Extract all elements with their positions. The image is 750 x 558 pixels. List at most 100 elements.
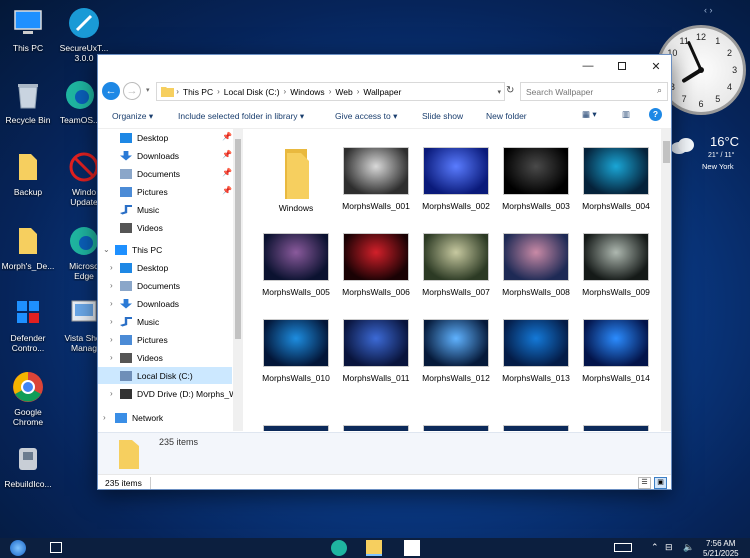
nav-quick-videos[interactable]: Videos xyxy=(120,219,163,236)
give-access-button[interactable]: Give access to ▾ xyxy=(335,111,397,122)
image-file-item[interactable]: MorphsWalls_010 xyxy=(258,319,334,383)
image-file-item[interactable]: MorphsWalls_011 xyxy=(338,319,414,383)
nav-pc-local-disk[interactable]: Local Disk (C:) xyxy=(98,367,232,384)
image-file-item[interactable]: MorphsWalls_006 xyxy=(338,233,414,297)
taskbar-edge-icon[interactable] xyxy=(331,540,347,556)
volume-icon[interactable]: 🔈 xyxy=(683,542,694,553)
desktop-icon-rebuild[interactable]: RebuildIco... xyxy=(0,442,60,489)
desktop-icon-this-pc[interactable]: This PC xyxy=(0,6,60,53)
preview-pane-icon[interactable]: ▥ xyxy=(622,109,630,120)
wallpaper-thumbnail[interactable] xyxy=(343,425,409,431)
image-file-item[interactable]: MorphsWalls_004 xyxy=(578,147,654,211)
image-file-item[interactable]: MorphsWalls_013 xyxy=(498,319,574,383)
image-file-item[interactable]: MorphsWalls_005 xyxy=(258,233,334,297)
sidebar-nav-arrows[interactable]: ‹ › xyxy=(704,5,713,15)
search-input[interactable]: Search Wallpaper xyxy=(520,82,668,101)
expand-chevron-icon[interactable]: › xyxy=(110,389,118,398)
nav-network[interactable]: Network xyxy=(115,409,163,426)
task-view-icon[interactable] xyxy=(50,542,62,553)
computer-icon xyxy=(14,10,42,34)
desktop-icon-morphs[interactable]: Morph's_De... xyxy=(0,224,60,271)
nav-pc-music[interactable]: Music xyxy=(120,313,159,330)
address-bar[interactable]: › This PC › Local Disk (C:) › Windows › … xyxy=(156,82,505,101)
nav-pc-pictures[interactable]: Pictures xyxy=(120,331,168,348)
breadcrumb-windows[interactable]: Windows xyxy=(286,87,328,97)
expand-chevron-icon[interactable]: › xyxy=(110,263,118,272)
recent-locations-chevron-icon[interactable]: ▾ xyxy=(146,86,150,94)
nav-quick-desktop[interactable]: Desktop xyxy=(120,129,168,146)
rebuild-icon-icon xyxy=(19,448,37,470)
nav-quick-documents[interactable]: Documents xyxy=(120,165,180,182)
nav-quick-pictures[interactable]: Pictures xyxy=(120,183,168,200)
nav-pc-downloads[interactable]: Downloads xyxy=(120,295,179,312)
image-file-item[interactable]: MorphsWalls_014 xyxy=(578,319,654,383)
file-name-label: MorphsWalls_007 xyxy=(422,287,490,297)
nav-pane-scrollbar[interactable] xyxy=(233,129,243,431)
large-icons-view-button[interactable]: ▣ xyxy=(654,477,667,489)
nav-pc-desktop[interactable]: Desktop xyxy=(120,259,168,276)
include-in-library-button[interactable]: Include selected folder in library ▾ xyxy=(178,111,304,122)
taskbar-file-explorer-icon[interactable] xyxy=(366,540,382,556)
nav-quick-music[interactable]: Music xyxy=(120,201,159,218)
nav-pc-videos[interactable]: Videos xyxy=(120,349,163,366)
breadcrumb-web[interactable]: Web xyxy=(331,87,356,97)
maximize-button[interactable] xyxy=(605,55,639,77)
refresh-icon[interactable]: ↻ xyxy=(506,85,514,96)
expand-chevron-icon[interactable]: › xyxy=(110,299,118,308)
details-view-button[interactable]: ☰ xyxy=(638,477,651,489)
expand-chevron-icon[interactable]: › xyxy=(110,335,118,344)
nav-quick-downloads[interactable]: Downloads xyxy=(120,147,179,164)
wallpaper-thumbnail[interactable] xyxy=(263,425,329,431)
breadcrumb-this-pc[interactable]: This PC xyxy=(179,87,217,97)
keyboard-icon[interactable] xyxy=(614,543,632,552)
back-button[interactable]: ← xyxy=(102,82,120,100)
image-file-item[interactable]: MorphsWalls_001 xyxy=(338,147,414,211)
wallpaper-thumbnail xyxy=(503,147,569,195)
computer-icon xyxy=(115,244,127,255)
image-file-item[interactable]: MorphsWalls_007 xyxy=(418,233,494,297)
desktop-icon-defender[interactable]: Defender Contro... xyxy=(0,296,60,353)
start-button[interactable] xyxy=(10,540,26,556)
image-file-item[interactable]: MorphsWalls_008 xyxy=(498,233,574,297)
wallpaper-thumbnail[interactable] xyxy=(503,425,569,431)
expand-chevron-icon[interactable]: › xyxy=(110,317,118,326)
close-button[interactable]: ✕ xyxy=(639,55,671,77)
image-file-item[interactable]: MorphsWalls_009 xyxy=(578,233,654,297)
nav-pc-documents[interactable]: Documents xyxy=(120,277,180,294)
title-bar[interactable]: — ✕ xyxy=(98,55,671,77)
image-file-item[interactable]: MorphsWalls_002 xyxy=(418,147,494,211)
taskbar-store-icon[interactable] xyxy=(404,540,420,556)
expand-chevron-icon[interactable]: › xyxy=(110,281,118,290)
tray-chevron-icon[interactable]: ⌃ xyxy=(651,542,659,553)
forward-button[interactable]: → xyxy=(123,82,141,100)
nav-this-pc[interactable]: This PC xyxy=(115,241,162,258)
documents-icon xyxy=(120,280,132,291)
address-dropdown-icon[interactable]: ▾ xyxy=(497,88,501,96)
network-tray-icon[interactable]: ⊟ xyxy=(665,542,673,553)
folder-icon xyxy=(161,87,174,97)
breadcrumb-wallpaper[interactable]: Wallpaper xyxy=(359,87,405,97)
secureux-icon xyxy=(69,8,99,38)
slide-show-button[interactable]: Slide show xyxy=(422,111,463,121)
wallpaper-thumbnail[interactable] xyxy=(583,425,649,431)
view-options-icon[interactable]: ▦ ▾ xyxy=(582,109,597,120)
image-file-item[interactable]: MorphsWalls_003 xyxy=(498,147,574,211)
help-icon[interactable]: ? xyxy=(649,108,662,121)
expand-chevron-icon[interactable]: › xyxy=(103,413,111,422)
image-file-item[interactable]: MorphsWalls_012 xyxy=(418,319,494,383)
file-name-label: MorphsWalls_004 xyxy=(582,201,650,211)
new-folder-button[interactable]: New folder xyxy=(486,111,527,121)
nav-pc-dvd-drive[interactable]: DVD Drive (D:) Morphs_W xyxy=(120,385,237,402)
minimize-button[interactable]: — xyxy=(571,55,605,77)
expand-chevron-icon[interactable]: › xyxy=(110,353,118,362)
content-scrollbar[interactable] xyxy=(661,129,671,431)
organize-button[interactable]: Organize ▾ xyxy=(112,111,153,122)
breadcrumb-local-disk[interactable]: Local Disk (C:) xyxy=(220,87,284,97)
desktop-icon-backup[interactable]: Backup xyxy=(0,150,60,197)
taskbar-date[interactable]: 5/21/2025 xyxy=(703,549,739,558)
expand-chevron-icon[interactable]: ⌄ xyxy=(103,245,111,254)
folder-item[interactable]: Windows xyxy=(258,147,334,213)
wallpaper-thumbnail[interactable] xyxy=(423,425,489,431)
taskbar-time[interactable]: 7:56 AM xyxy=(706,539,735,548)
desktop-icon-chrome[interactable]: Google Chrome xyxy=(0,370,60,427)
